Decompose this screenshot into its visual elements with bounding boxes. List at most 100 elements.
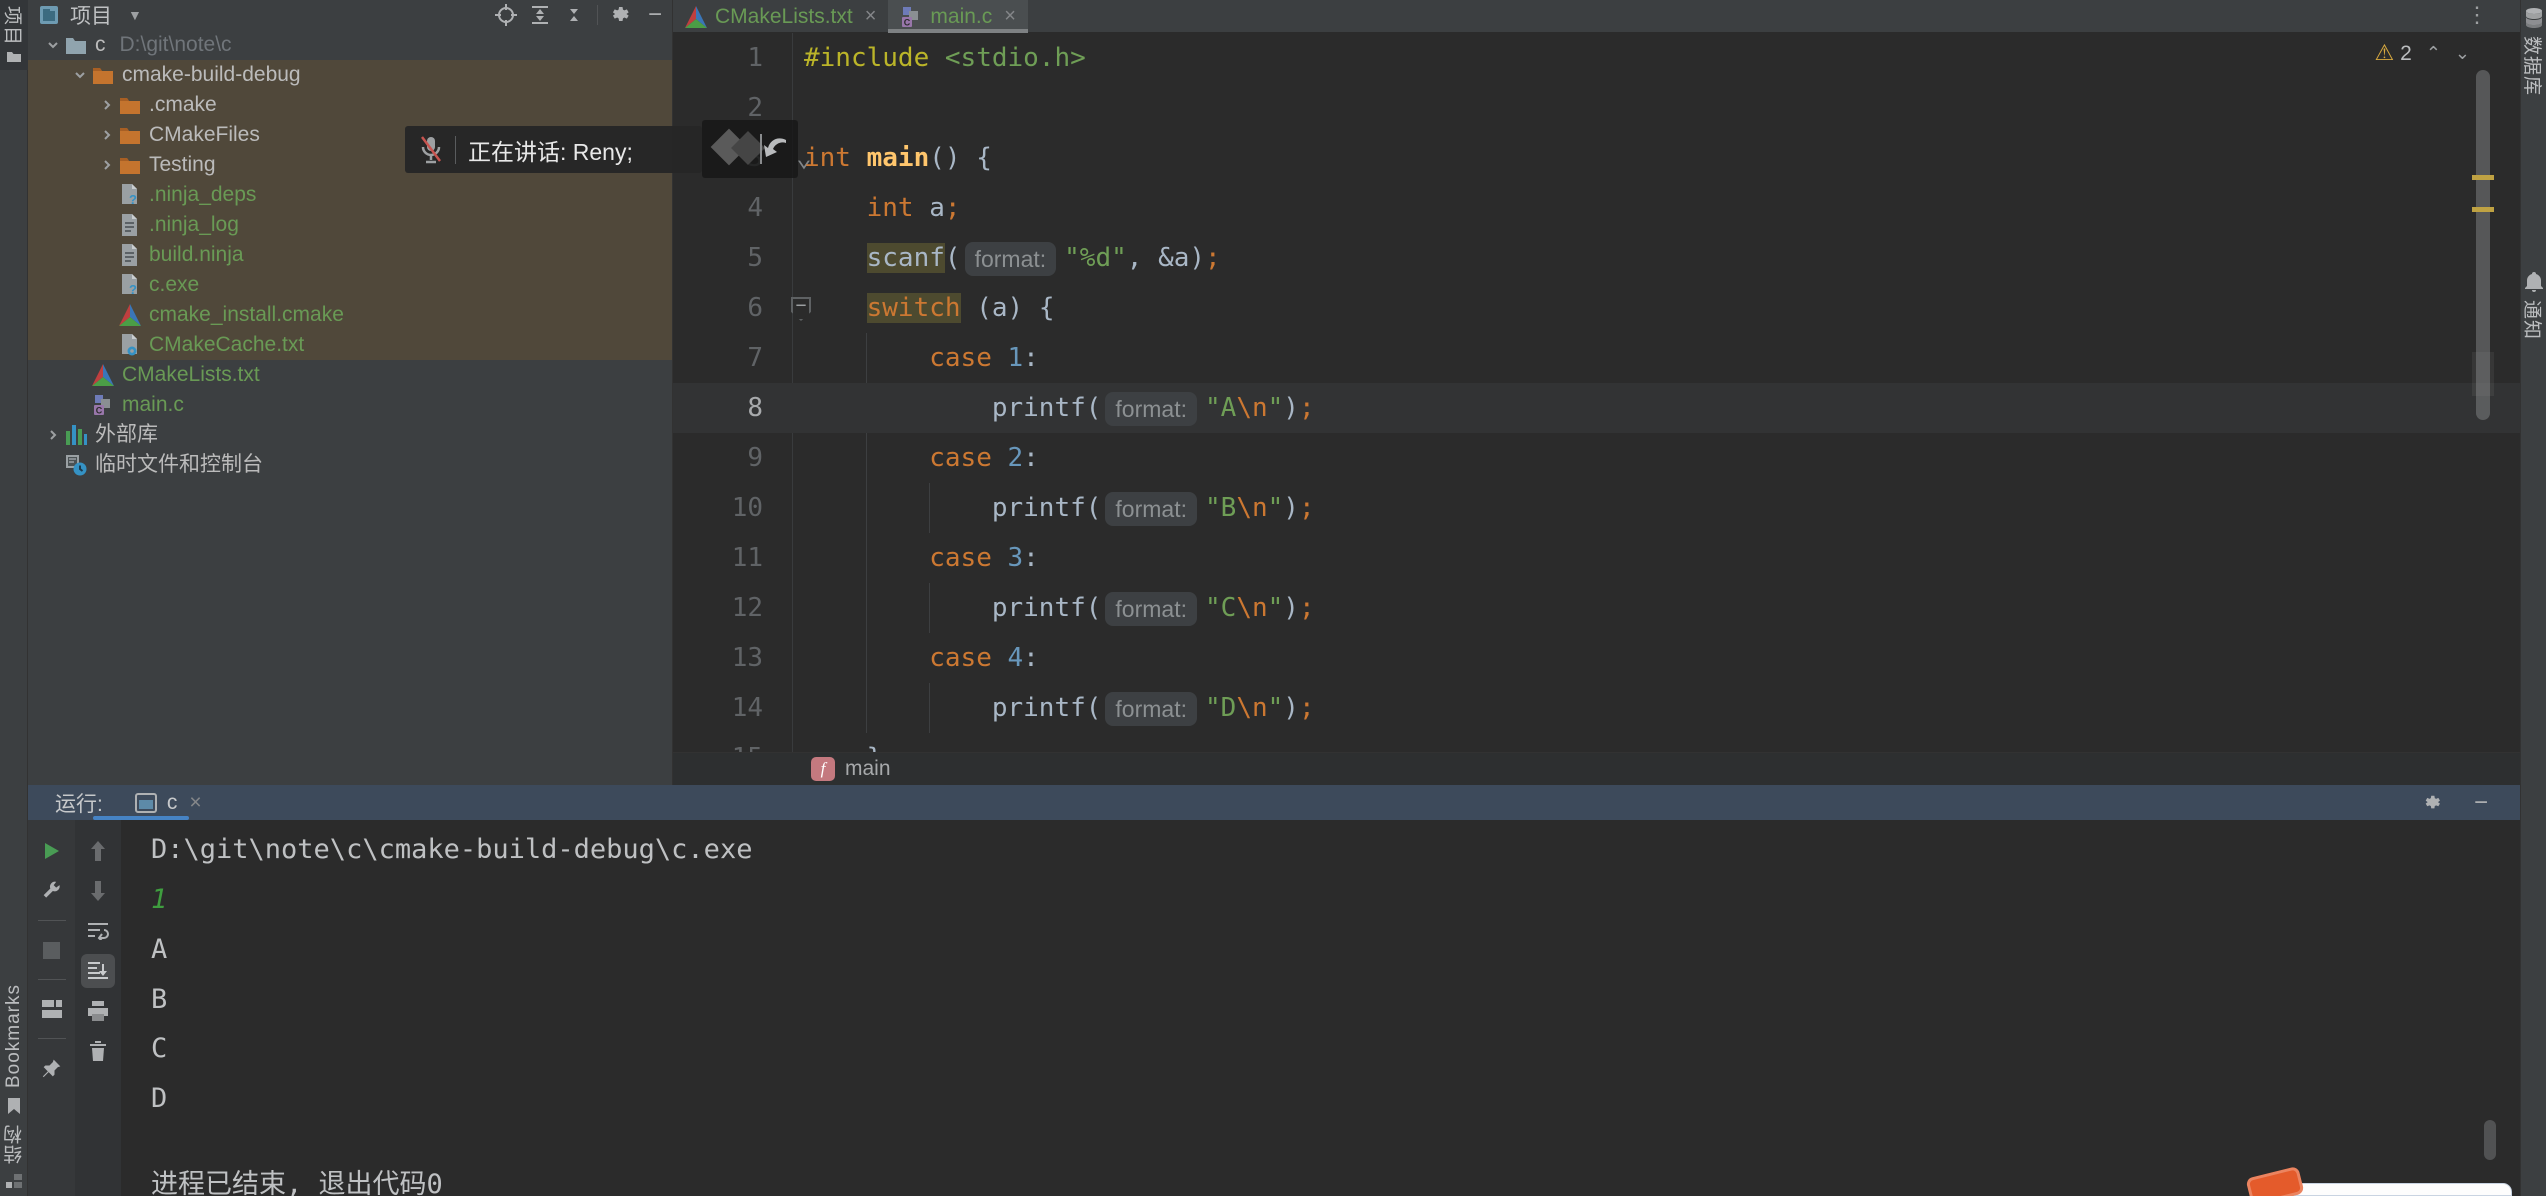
print-icon[interactable] [81, 994, 115, 1028]
token: \n [1236, 693, 1267, 723]
token: "%d" [1064, 243, 1127, 273]
code-editor[interactable]: 1#include <stdio.h>23⌄int main() {4 int … [673, 33, 2520, 752]
line-number[interactable]: 15 [673, 733, 791, 752]
line-number[interactable]: 4 [673, 183, 791, 233]
locate-icon[interactable] [493, 2, 519, 28]
line-number[interactable]: 14 [673, 683, 791, 733]
line-number[interactable]: 8 [673, 383, 791, 433]
up-arrow-icon[interactable] [81, 834, 115, 868]
inspections-widget[interactable]: ⚠ 2 ⌃ ⌄ [2375, 40, 2470, 66]
run-toolbar [28, 820, 75, 1196]
library-icon [64, 423, 88, 447]
chevron-down-icon[interactable] [69, 68, 91, 82]
bottom-popup[interactable] [2288, 1183, 2512, 1196]
line-number[interactable]: 5 [673, 233, 791, 283]
close-icon[interactable]: × [1004, 5, 1016, 28]
console-scrollbar[interactable] [2484, 1120, 2496, 1160]
prev-problem-icon[interactable]: ⌃ [2426, 43, 2441, 64]
token: : [1023, 643, 1039, 673]
soft-wrap-icon[interactable] [81, 914, 115, 948]
breadcrumb-main[interactable]: main [845, 757, 891, 781]
stripe-tab-database[interactable]: 数据库 [2520, 36, 2546, 96]
parameter-hint-inlay: format: [965, 242, 1057, 276]
stripe-tab-structure[interactable]: 结构 [1, 1124, 28, 1164]
line-number[interactable]: 9 [673, 433, 791, 483]
tree-item-build.ninja[interactable]: build.ninja [28, 240, 672, 270]
stop-icon[interactable] [35, 933, 69, 967]
warning-stripe-mark[interactable] [2472, 175, 2494, 180]
tree-item-CMakeCache.txt[interactable]: CMakeCache.txt [28, 330, 672, 360]
token: ) [1283, 493, 1299, 523]
more-tabs-icon[interactable]: ⋮ [2466, 2, 2488, 28]
run-settings-gear-icon[interactable] [2420, 790, 2446, 816]
settings-wrench-icon[interactable] [35, 874, 69, 908]
expand-all-icon[interactable] [527, 2, 553, 28]
tree-item-cmake-build-debug[interactable]: cmake-build-debug [28, 60, 672, 90]
scroll-to-end-icon[interactable] [81, 954, 115, 988]
structure-icon [6, 1174, 22, 1188]
editor-scrollbar[interactable] [2476, 70, 2490, 420]
tree-item-label: .cmake [149, 90, 217, 120]
editor-tab-main.c[interactable]: Cmain.c× [888, 0, 1028, 33]
token: printf( [992, 593, 1102, 623]
tree-item-CMakeLists.txt[interactable]: CMakeLists.txt [28, 360, 672, 390]
tree-item-main.c[interactable]: Cmain.c [28, 390, 672, 420]
next-problem-icon[interactable]: ⌄ [2455, 43, 2470, 64]
chevron-right-icon[interactable] [42, 428, 64, 442]
token: a [914, 193, 945, 223]
close-icon[interactable]: × [189, 791, 201, 815]
run-console[interactable]: D:\git\note\c\cmake-build-debug\c.exe1AB… [121, 820, 2520, 1196]
clear-all-icon[interactable] [81, 1034, 115, 1068]
tree-item-c.exe[interactable]: ?c.exe [28, 270, 672, 300]
chevron-right-icon[interactable] [96, 158, 118, 172]
chevron-down-icon[interactable] [42, 38, 64, 52]
project-tree: cD:\git\note\ccmake-build-debug.cmake CMa… [28, 30, 672, 480]
tree-item-cmake_install.cmake[interactable]: cmake_install.cmake [28, 300, 672, 330]
right-tool-stripe: 数据库 通知 [2520, 0, 2546, 1196]
close-icon[interactable]: × [865, 5, 877, 28]
stripe-tab-project[interactable]: 项目 [0, 0, 28, 70]
line-number[interactable]: 7 [673, 333, 791, 383]
chevron-down-icon[interactable]: ▼ [128, 7, 142, 23]
tree-item-.ninja_log[interactable]: .ninja_log [28, 210, 672, 240]
pin-icon[interactable] [35, 1051, 69, 1085]
hide-run-panel-icon[interactable]: − [2468, 790, 2494, 816]
tree-item-label: 外部库 [95, 420, 158, 450]
bell-icon[interactable] [2525, 272, 2543, 292]
editor-tab-bar: CMakeLists.txt×Cmain.c× [673, 0, 2520, 33]
console-toolbar [75, 820, 121, 1196]
tree-item-.cmake[interactable]: .cmake [28, 90, 672, 120]
chevron-right-icon[interactable] [96, 128, 118, 142]
settings-gear-icon[interactable] [608, 2, 634, 28]
tree-item-.ninja_deps[interactable]: ?.ninja_deps [28, 180, 672, 210]
code-text: case 3: [804, 533, 1039, 583]
line-number[interactable]: 1 [673, 33, 791, 83]
token [851, 143, 867, 173]
line-number[interactable]: 6 [673, 283, 791, 333]
line-number[interactable]: 11 [673, 533, 791, 583]
stripe-tab-notifications[interactable]: 通知 [2520, 300, 2546, 340]
rerun-icon[interactable] [35, 834, 69, 868]
down-arrow-icon[interactable] [81, 874, 115, 908]
line-number[interactable]: 10 [673, 483, 791, 533]
breadcrumb: f main [673, 752, 2520, 785]
stripe-tab-bookmarks[interactable]: Bookmarks [3, 984, 25, 1088]
tree-item-c[interactable]: cD:\git\note\c [28, 30, 672, 60]
token [992, 343, 1008, 373]
tree-item-外部库[interactable]: 外部库 [28, 420, 672, 450]
restore-layout-icon[interactable] [35, 992, 69, 1026]
chevron-right-icon[interactable] [96, 98, 118, 112]
line-number[interactable]: 12 [673, 583, 791, 633]
token: , &a) [1127, 243, 1205, 273]
editor-tab-CMakeLists.txt[interactable]: CMakeLists.txt× [673, 0, 888, 33]
warning-stripe-mark[interactable] [2472, 207, 2494, 212]
run-tab-label[interactable]: c [167, 791, 178, 815]
token: 4 [1008, 643, 1024, 673]
tree-item-临时文件和控制台[interactable]: 临时文件和控制台 [28, 450, 672, 480]
database-icon[interactable] [2525, 8, 2543, 28]
token: <stdio.h> [945, 43, 1086, 73]
line-number[interactable]: 13 [673, 633, 791, 683]
collapse-all-icon[interactable] [561, 2, 587, 28]
left-tool-stripe: 项目 Bookmarks 结构 [0, 0, 28, 1196]
hide-panel-icon[interactable]: − [642, 2, 668, 28]
